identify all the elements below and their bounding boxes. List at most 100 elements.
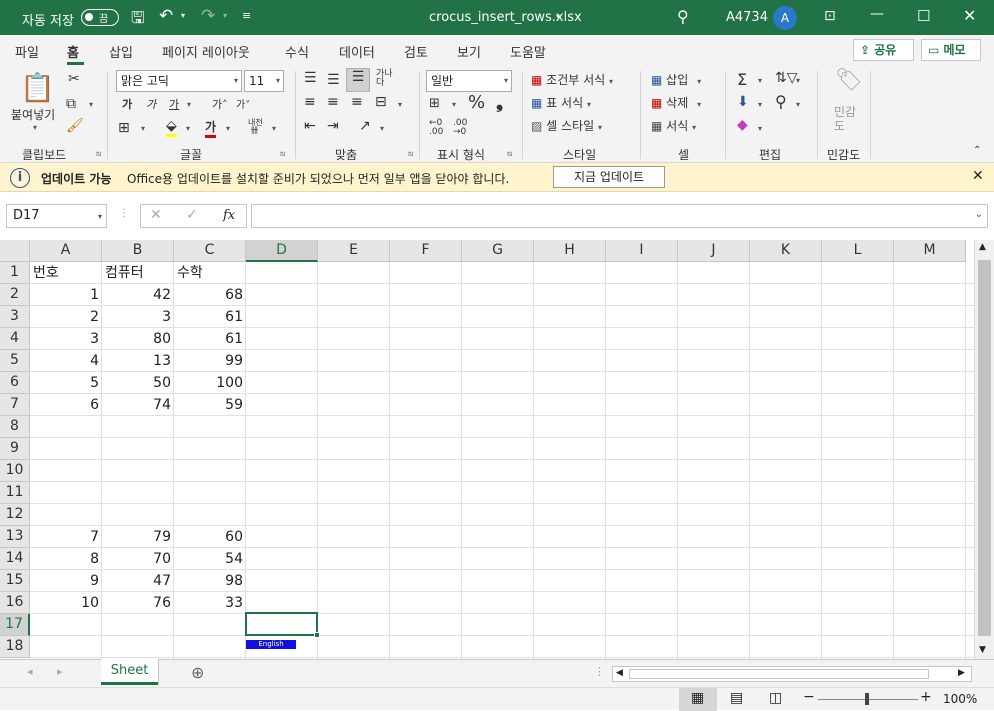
selected-cell-d17[interactable] [245, 612, 318, 636]
row-header-11[interactable]: 11 [0, 482, 30, 504]
increase-decimal-icon[interactable]: ←0.00 [429, 119, 443, 137]
cell-b15[interactable]: 47 [102, 570, 174, 592]
clipboard-launcher-icon[interactable]: ⧅ [96, 149, 101, 159]
cell-c9[interactable] [174, 438, 246, 460]
cell-b5[interactable]: 13 [102, 350, 174, 372]
insert-cells-button[interactable]: ▦ 삽입 ▾ [651, 71, 701, 88]
tab-home[interactable]: 홈 [67, 42, 79, 61]
cell-c7[interactable]: 59 [174, 394, 246, 416]
add-sheet-icon[interactable]: ⊕ [191, 663, 204, 682]
worksheet-grid[interactable]: ABCDEFGHIJKLM 1 2 3 4 5 6 7 8 9 10 11 12 13 14 15 16 17 1… [0, 240, 974, 659]
scroll-up-icon[interactable]: ▲ [979, 242, 986, 252]
scroll-left-icon[interactable]: ◀ [616, 668, 623, 678]
align-left-icon[interactable]: ≡ [304, 94, 316, 110]
prev-sheet-icon[interactable]: ◂ [27, 665, 33, 678]
avatar[interactable]: A [773, 6, 797, 30]
cell-c1[interactable]: 수학 [174, 262, 246, 284]
cell-b8[interactable] [102, 416, 174, 438]
customize-toolbar-icon[interactable]: ≡ [242, 9, 251, 22]
cell-a2[interactable]: 1 [30, 284, 102, 306]
column-header-b[interactable]: B [102, 240, 174, 262]
column-header-a[interactable]: A [30, 240, 102, 262]
format-as-table-button[interactable]: ▦ 표 서식 ▾ [531, 94, 591, 111]
select-all-corner[interactable] [0, 240, 30, 262]
row-header-6[interactable]: 6 [0, 372, 30, 394]
horizontal-scroll-thumb[interactable] [629, 669, 929, 679]
underline-icon[interactable]: 가 [169, 96, 179, 112]
column-header-j[interactable]: J [678, 240, 750, 262]
column-header-i[interactable]: I [606, 240, 678, 262]
horizontal-scrollbar[interactable]: ◀ ▶ [612, 666, 972, 682]
merge-center-icon[interactable]: ⊟ [375, 94, 387, 110]
zoom-level[interactable]: 100% [943, 692, 977, 706]
autosum-dropdown-icon[interactable]: ▾ [758, 76, 762, 85]
row-header-14[interactable]: 14 [0, 548, 30, 570]
cell-b1[interactable]: 컴퓨터 [102, 262, 174, 284]
sensitivity-button[interactable]: 민감도 [834, 105, 858, 133]
font-name-combo[interactable]: 맑은 고딕 ▾ [116, 70, 242, 92]
filename-dropdown-icon[interactable]: ▾ [556, 12, 560, 21]
autosave-toggle[interactable]: 끔 [81, 9, 119, 26]
cell-a14[interactable]: 8 [30, 548, 102, 570]
cell-a15[interactable]: 9 [30, 570, 102, 592]
update-now-button[interactable]: 지금 업데이트 [553, 166, 665, 188]
orientation-icon[interactable]: ↗ [359, 118, 371, 134]
cell-c18[interactable] [174, 636, 246, 658]
column-header-m[interactable]: M [894, 240, 966, 262]
tab-review[interactable]: 검토 [404, 42, 428, 61]
align-right-icon[interactable]: ≡ [351, 94, 363, 110]
decrease-font-icon[interactable]: 가˅ [236, 96, 250, 111]
cell-c8[interactable] [174, 416, 246, 438]
row-header-1[interactable]: 1 [0, 262, 30, 284]
comma-style-icon[interactable]: ❟ [496, 92, 503, 113]
decrease-indent-icon[interactable]: ⇤ [304, 118, 316, 134]
user-name[interactable]: A4734 [726, 10, 768, 25]
format-painter-icon[interactable]: 🖌 [66, 118, 84, 134]
number-launcher-icon[interactable]: ⧅ [507, 149, 512, 159]
share-button[interactable]: ⇪ 공유 [853, 39, 914, 61]
row-header-18[interactable]: 18 [0, 636, 30, 658]
increase-indent-icon[interactable]: ⇥ [327, 118, 339, 134]
column-header-l[interactable]: L [822, 240, 894, 262]
sort-filter-dropdown-icon[interactable]: ▾ [796, 76, 800, 85]
cell-b14[interactable]: 70 [102, 548, 174, 570]
cell-c3[interactable]: 61 [174, 306, 246, 328]
tab-file[interactable]: 파일 [15, 42, 39, 61]
cell-c15[interactable]: 98 [174, 570, 246, 592]
vertical-scroll-thumb[interactable] [978, 260, 991, 636]
row-header-13[interactable]: 13 [0, 526, 30, 548]
font-size-combo[interactable]: 11 ▾ [244, 70, 284, 92]
paste-dropdown-icon[interactable]: ▾ [33, 123, 37, 132]
collapse-ribbon-icon[interactable]: ⌃ [973, 145, 981, 156]
autosum-icon[interactable]: Σ [737, 70, 747, 89]
cell-b3[interactable]: 3 [102, 306, 174, 328]
row-header-7[interactable]: 7 [0, 394, 30, 416]
save-icon[interactable]: 🖫 [131, 7, 145, 34]
sheet-tab[interactable]: Sheet [101, 659, 158, 685]
row-header-12[interactable]: 12 [0, 504, 30, 526]
cell-a8[interactable] [30, 416, 102, 438]
zoom-out-icon[interactable]: − [803, 689, 815, 705]
merge-dropdown-icon[interactable]: ▾ [398, 100, 402, 109]
tab-page-layout[interactable]: 페이지 레이아웃 [162, 42, 250, 61]
cell-a13[interactable]: 7 [30, 526, 102, 548]
scroll-down-icon[interactable]: ▼ [979, 645, 986, 655]
row-header-15[interactable]: 15 [0, 570, 30, 592]
cell-b9[interactable] [102, 438, 174, 460]
find-select-dropdown-icon[interactable]: ▾ [796, 100, 800, 109]
cell-b13[interactable]: 79 [102, 526, 174, 548]
cell-a11[interactable] [30, 482, 102, 504]
column-header-f[interactable]: F [390, 240, 462, 262]
tab-data[interactable]: 데이터 [339, 42, 375, 61]
paste-button[interactable]: 붙여넣기 [11, 106, 55, 123]
font-launcher-icon[interactable]: ⧅ [280, 149, 285, 159]
fill-color-icon[interactable]: ⬙ [166, 118, 177, 137]
accounting-format-icon[interactable]: ⊞ [429, 96, 440, 111]
insert-function-icon[interactable]: fx [223, 208, 235, 223]
orientation-dropdown-icon[interactable]: ▾ [380, 124, 384, 133]
copy-dropdown-icon[interactable]: ▾ [89, 100, 93, 109]
cut-icon[interactable]: ✂ [68, 71, 80, 87]
cell-b7[interactable]: 74 [102, 394, 174, 416]
redo-icon[interactable]: ↷ [201, 6, 215, 26]
conditional-formatting-button[interactable]: ▦ 조건부 서식 ▾ [531, 71, 613, 88]
